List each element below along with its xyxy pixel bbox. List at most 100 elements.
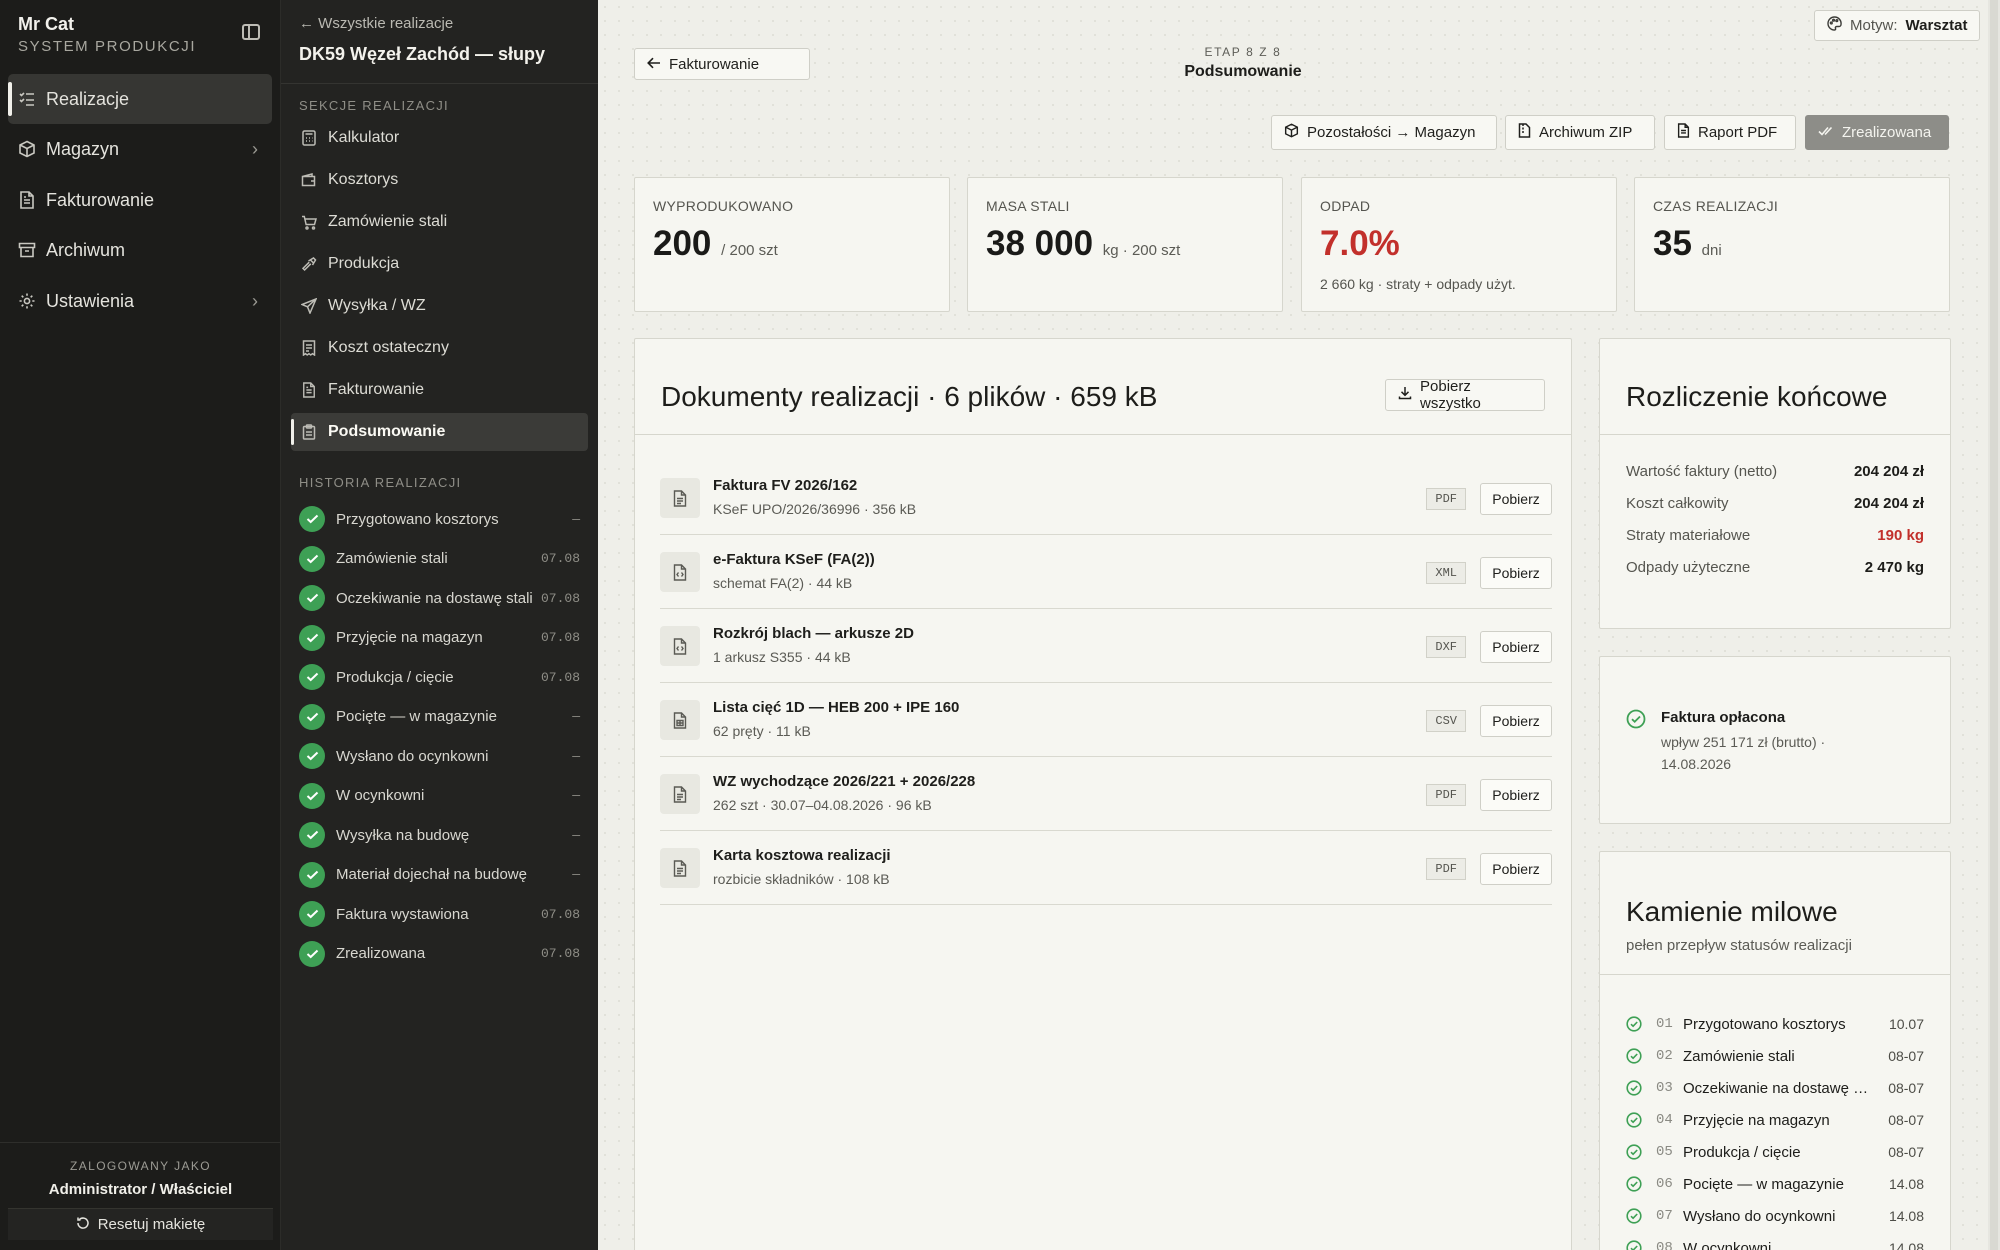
history-date: 07.08 xyxy=(540,630,580,645)
milestone-row: 01 Przygotowano kosztorys 10.07 xyxy=(1626,1012,1924,1036)
sidebar-toggle-icon[interactable] xyxy=(242,24,260,40)
stat-label: MASA STALI xyxy=(986,198,1070,214)
history-heading: HISTORIA REALIZACJI xyxy=(299,475,462,490)
download-button[interactable]: Pobierz xyxy=(1480,853,1552,885)
milestone-row: 05 Produkcja / cięcie 08-07 xyxy=(1626,1140,1924,1164)
history-date: 07.08 xyxy=(540,669,580,685)
milestone-number: 03 xyxy=(1656,1080,1673,1096)
theme-switcher[interactable]: Motyw: Warsztat xyxy=(1814,10,1981,41)
nav-item-ustawienia[interactable]: Ustawienia › xyxy=(8,276,272,326)
back-to-all-link[interactable]: ← Wszystkie realizacje xyxy=(299,15,453,32)
history-item: W ocynkowni — xyxy=(299,781,580,811)
payment-title: Faktura opłacona xyxy=(1661,709,1786,726)
stat-card: MASA STALI 38 000 kg · 200 szt xyxy=(967,177,1283,312)
check-circle-icon xyxy=(299,901,325,927)
check-circle-icon xyxy=(1626,1240,1642,1250)
check-circle-icon xyxy=(1626,1144,1642,1160)
history-label: Wysłano do ocynkowni xyxy=(336,747,489,765)
reset-label: Resetuj makietę xyxy=(97,1216,206,1233)
nav-item-magazyn[interactable]: Magazyn › xyxy=(8,124,272,174)
payment-amount: wpływ 251 171 zł (brutto) · xyxy=(1661,734,1826,750)
logged-as-label: ZALOGOWANY JAKO xyxy=(69,1159,212,1173)
history-date: 07.08 xyxy=(540,946,580,961)
archive-icon xyxy=(18,241,36,259)
download-button[interactable]: Pobierz xyxy=(1480,631,1552,663)
check-circle-icon xyxy=(1626,709,1646,729)
prev-step-button[interactable]: Fakturowanie xyxy=(634,48,810,80)
sidebar-footer: ZALOGOWANY JAKO Administrator / Właścici… xyxy=(0,1142,281,1250)
section-item-kosztorys[interactable]: Kosztorys xyxy=(291,161,588,199)
wallet-icon xyxy=(301,172,317,188)
document-meta: KSeF UPO/2026/36996 · 356 kB xyxy=(713,501,917,517)
nav-label: Archiwum xyxy=(46,239,126,260)
milestone-row: 07 Wysłano do ocynkowni 14.08 xyxy=(1626,1204,1924,1228)
file-sheet-icon xyxy=(660,700,700,740)
history-item: Produkcja / cięcie 07.08 xyxy=(299,662,580,692)
brand-subtitle: SYSTEM PRODUKCJI xyxy=(18,38,197,55)
box-icon xyxy=(1284,123,1299,142)
check-circle-icon xyxy=(299,743,325,769)
section-item-podsumowanie[interactable]: Podsumowanie xyxy=(291,413,588,451)
leftovers-to-warehouse-button[interactable]: Pozostałości → Magazyn xyxy=(1271,115,1497,150)
nav-item-fakturowanie[interactable]: Fakturowanie xyxy=(8,175,272,225)
download-button[interactable]: Pobierz xyxy=(1480,557,1552,589)
format-badge: PDF xyxy=(1426,488,1466,510)
payment-date: 14.08.2026 xyxy=(1661,756,1732,772)
theme-value: Warsztat xyxy=(1905,17,1968,34)
download-button[interactable]: Pobierz xyxy=(1480,483,1552,515)
milestone-date: 08-07 xyxy=(1888,1112,1924,1128)
check-circle-icon xyxy=(1626,1016,1642,1032)
section-label: Produkcja xyxy=(328,255,400,272)
nav-item-archiwum[interactable]: Archiwum xyxy=(8,225,272,275)
file-zip-icon xyxy=(1518,123,1531,142)
check-circle-icon xyxy=(299,624,325,651)
check-circle-icon xyxy=(1626,1080,1642,1096)
section-item-produkcja[interactable]: Produkcja xyxy=(291,245,588,283)
documents-card: Dokumenty realizacji · 6 plików · 659 kB… xyxy=(634,338,1572,1250)
history-label: Materiał dojechał na budowę xyxy=(336,866,527,883)
nav-label: Fakturowanie xyxy=(46,189,155,210)
stat-value: 7.0% xyxy=(1320,224,1400,264)
report-pdf-button[interactable]: Raport PDF xyxy=(1664,115,1796,150)
stat-label: CZAS REALIZACJI xyxy=(1653,198,1779,214)
format-badge: CSV xyxy=(1426,710,1466,732)
history-item: Pocięte — w magazynie — xyxy=(299,702,580,732)
download-button[interactable]: Pobierz xyxy=(1480,705,1552,737)
document-name: Lista cięć 1D — HEB 200 + IPE 160 xyxy=(713,699,960,716)
section-item-kalkulator[interactable]: Kalkulator xyxy=(291,119,588,157)
download-button[interactable]: Pobierz xyxy=(1480,779,1552,811)
stat-card: WYPRODUKOWANO 200 / 200 szt xyxy=(634,177,950,312)
back-label: Wszystkie realizacje xyxy=(318,15,454,32)
section-item-koszt-ostateczny[interactable]: Koszt ostateczny xyxy=(291,329,588,367)
section-item-fakturowanie[interactable]: Fakturowanie xyxy=(291,371,588,409)
milestones-subtitle: pełen przepływ statusów realizacji xyxy=(1626,937,1852,954)
reset-mock-button[interactable]: Resetuj makietę xyxy=(8,1208,273,1240)
section-item-zamówienie-stali[interactable]: Zamówienie stali xyxy=(291,203,588,241)
receipt-icon xyxy=(301,340,317,356)
document-row: e-Faktura KSeF (FA(2)) schemat FA(2) · 44… xyxy=(660,535,1552,609)
step-counter: ETAP 8 Z 8 xyxy=(1204,45,1282,59)
format-badge: XML xyxy=(1426,562,1466,584)
double-check-icon xyxy=(1818,124,1834,141)
document-icon xyxy=(301,382,317,398)
check-circle-icon xyxy=(299,545,325,572)
check-circle-icon xyxy=(299,782,325,809)
archive-zip-button[interactable]: Archiwum ZIP xyxy=(1505,115,1655,150)
nav-item-realizacje[interactable]: Realizacje xyxy=(8,74,272,124)
milestone-label: Przyjęcie na magazyn xyxy=(1683,1111,1830,1129)
section-item-wysyłka-wz[interactable]: Wysyłka / WZ xyxy=(291,287,588,325)
project-title: DK59 Węzeł Zachód — słupy xyxy=(299,44,546,64)
history-label: Produkcja / cięcie xyxy=(336,668,454,686)
history-date: 07.08 xyxy=(540,590,580,606)
scrollbar[interactable] xyxy=(1988,0,2000,1250)
history-label: Zrealizowana xyxy=(336,945,426,962)
format-badge: DXF xyxy=(1426,636,1466,658)
stat-value: 38 000 kg · 200 szt xyxy=(986,224,1180,264)
document-row: Rozkrój blach — arkusze 2D 1 arkusz S355 … xyxy=(660,609,1552,683)
milestone-row: 06 Pocięte — w magazynie 14.08 xyxy=(1626,1172,1924,1196)
history-label: Faktura wystawiona xyxy=(336,905,469,923)
completed-button[interactable]: Zrealizowana xyxy=(1805,115,1949,150)
arrow-left-icon: ← xyxy=(299,15,314,32)
send-icon xyxy=(301,298,317,314)
download-all-button[interactable]: Pobierz wszystko xyxy=(1385,378,1545,412)
